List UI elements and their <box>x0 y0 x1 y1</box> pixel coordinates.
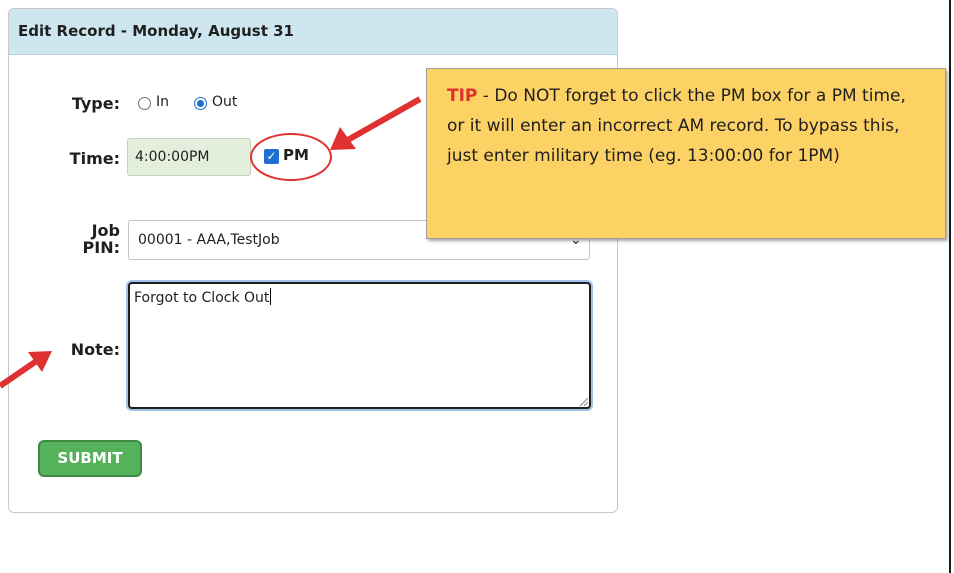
tip-text: - Do NOT forget to click the PM box for … <box>447 86 906 166</box>
tip-callout: TIP - Do NOT forget to click the PM box … <box>426 68 946 239</box>
tip-keyword: TIP <box>447 86 478 106</box>
